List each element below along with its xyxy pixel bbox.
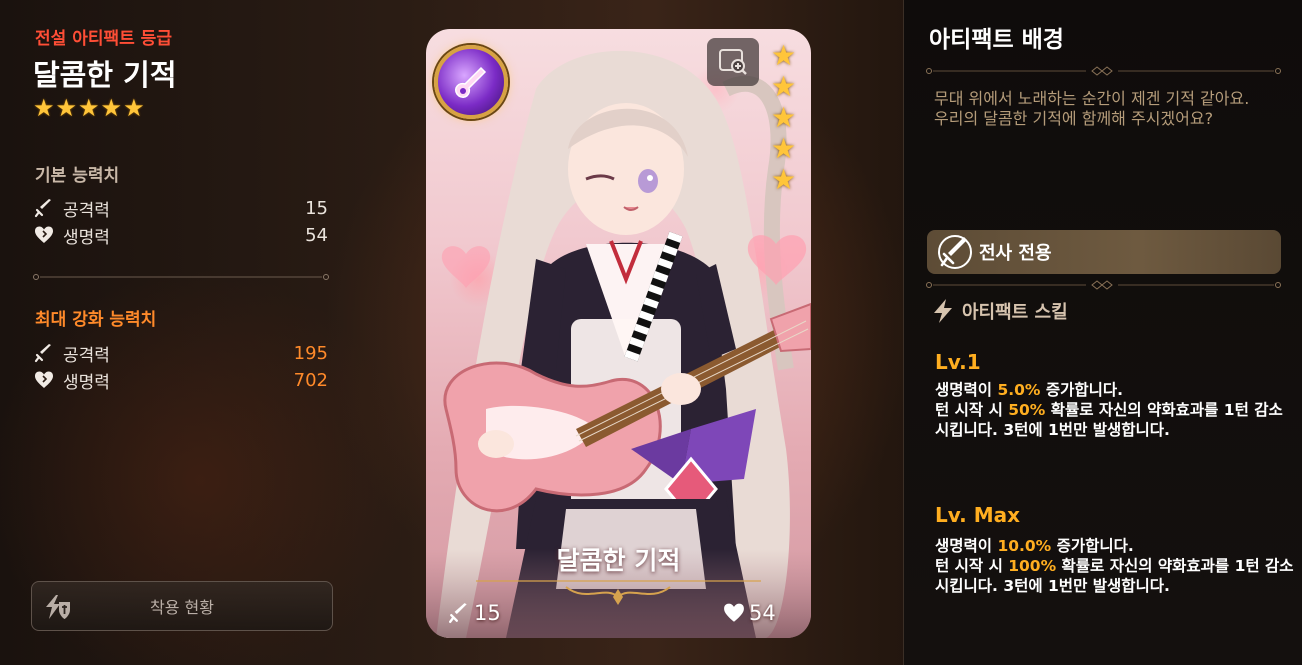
star-icon: ★ [771, 70, 797, 103]
star-icon: ★ [33, 94, 55, 122]
skill-level-max-description: 생명력이 10.0% 증가합니다. 턴 시작 시 100% 확률로 자신의 약화… [935, 536, 1295, 596]
health-label: 생명력 [63, 227, 110, 248]
desc-text: 생명력이 [935, 537, 998, 555]
divider [33, 274, 329, 280]
star-icon: ★ [78, 94, 100, 122]
max-stats-title: 최대 강화 능력치 [35, 310, 157, 330]
max-health-row: 생명력 702 [33, 368, 328, 393]
desc-text: 생명력이 [935, 381, 998, 399]
skill-level-max-label: Lv. Max [935, 503, 1021, 527]
star-icon: ★ [100, 94, 123, 122]
card-attack-value: 15 [474, 601, 501, 625]
attack-label: 공격력 [63, 200, 110, 221]
desc-text: 턴 시작 시 [935, 557, 1009, 575]
class-label: 전사 전용 [979, 243, 1052, 264]
card-health: 54 [723, 601, 776, 625]
lightning-icon [934, 299, 952, 323]
divider [926, 66, 1281, 76]
sword-icon [33, 197, 55, 219]
artifact-info-panel: 전설 아티팩트 등급 달콤한 기적 ★ ★ ★ ★ ★ 기본 능력치 공격력 1… [0, 0, 360, 665]
warrior-class-icon [937, 234, 973, 270]
sword-icon [33, 342, 55, 364]
health-value: 702 [293, 369, 328, 391]
star-icon: ★ [771, 101, 797, 134]
base-attack-row: 공격력 15 [33, 196, 328, 221]
card-name: 달콤한 기적 [556, 546, 681, 575]
attack-value: 15 [305, 197, 328, 219]
health-label: 생명력 [63, 372, 110, 393]
desc-highlight: 100% [1008, 557, 1057, 575]
equip-status-label: 착용 현황 [150, 598, 214, 617]
star-icon: ★ [771, 39, 797, 72]
zoom-icon [719, 49, 747, 75]
card-star-rating: ★ ★ ★ ★ ★ [771, 41, 796, 194]
desc-text: 증가합니다. [1040, 381, 1124, 399]
artifact-name: 달콤한 기적 [33, 58, 177, 92]
star-icon: ★ [771, 132, 797, 165]
heart-icon [33, 224, 55, 246]
sword-icon [448, 603, 467, 624]
star-rating: ★ ★ ★ ★ ★ [33, 96, 145, 120]
base-health-row: 생명력 54 [33, 223, 328, 248]
background-description: 무대 위에서 노래하는 순간이 제겐 기적 같아요. 우리의 달콤한 기적에 함… [934, 89, 1250, 128]
equip-shield-icon [42, 592, 72, 622]
star-icon: ★ [771, 163, 797, 196]
desc-highlight: 5.0% [997, 381, 1041, 399]
skill-level-1-label: Lv.1 [935, 350, 981, 374]
star-icon: ★ [55, 94, 78, 122]
desc-highlight: 50% [1008, 401, 1046, 419]
max-attack-row: 공격력 195 [33, 341, 328, 366]
heart-icon [33, 369, 55, 391]
class-restriction-bar: 전사 전용 [927, 230, 1281, 274]
health-value: 54 [305, 224, 328, 246]
background-title: 아티팩트 배경 [929, 27, 1064, 53]
artifact-detail-panel: 아티팩트 배경 무대 위에서 노래하는 순간이 제겐 기적 같아요. 우리의 달… [903, 0, 1302, 665]
zoom-button[interactable] [707, 38, 759, 86]
desc-highlight: 10.0% [997, 537, 1052, 555]
card-health-value: 54 [749, 601, 776, 625]
artifact-card: ★ ★ ★ ★ ★ 달콤한 기적 15 54 [426, 29, 811, 638]
divider [926, 280, 1281, 290]
skill-header: 아티팩트 스킬 [932, 298, 1068, 324]
card-ornament [476, 580, 761, 605]
base-stats-title: 기본 능력치 [35, 166, 120, 186]
skill-level-1-description: 생명력이 5.0% 증가합니다. 턴 시작 시 50% 확률로 자신의 약화효과… [935, 380, 1295, 440]
attack-label: 공격력 [63, 345, 110, 366]
star-icon: ★ [123, 94, 145, 122]
heart-icon [724, 603, 744, 622]
attack-value: 195 [293, 342, 328, 364]
guitar-badge-icon [434, 45, 508, 119]
equip-status-button[interactable]: 착용 현황 [31, 581, 333, 631]
desc-text: 턴 시작 시 [935, 401, 1009, 419]
desc-text: 증가합니다. [1051, 537, 1134, 555]
skill-title: 아티팩트 스킬 [962, 302, 1068, 323]
grade-label: 전설 아티팩트 등급 [35, 29, 172, 49]
card-attack: 15 [448, 601, 501, 625]
